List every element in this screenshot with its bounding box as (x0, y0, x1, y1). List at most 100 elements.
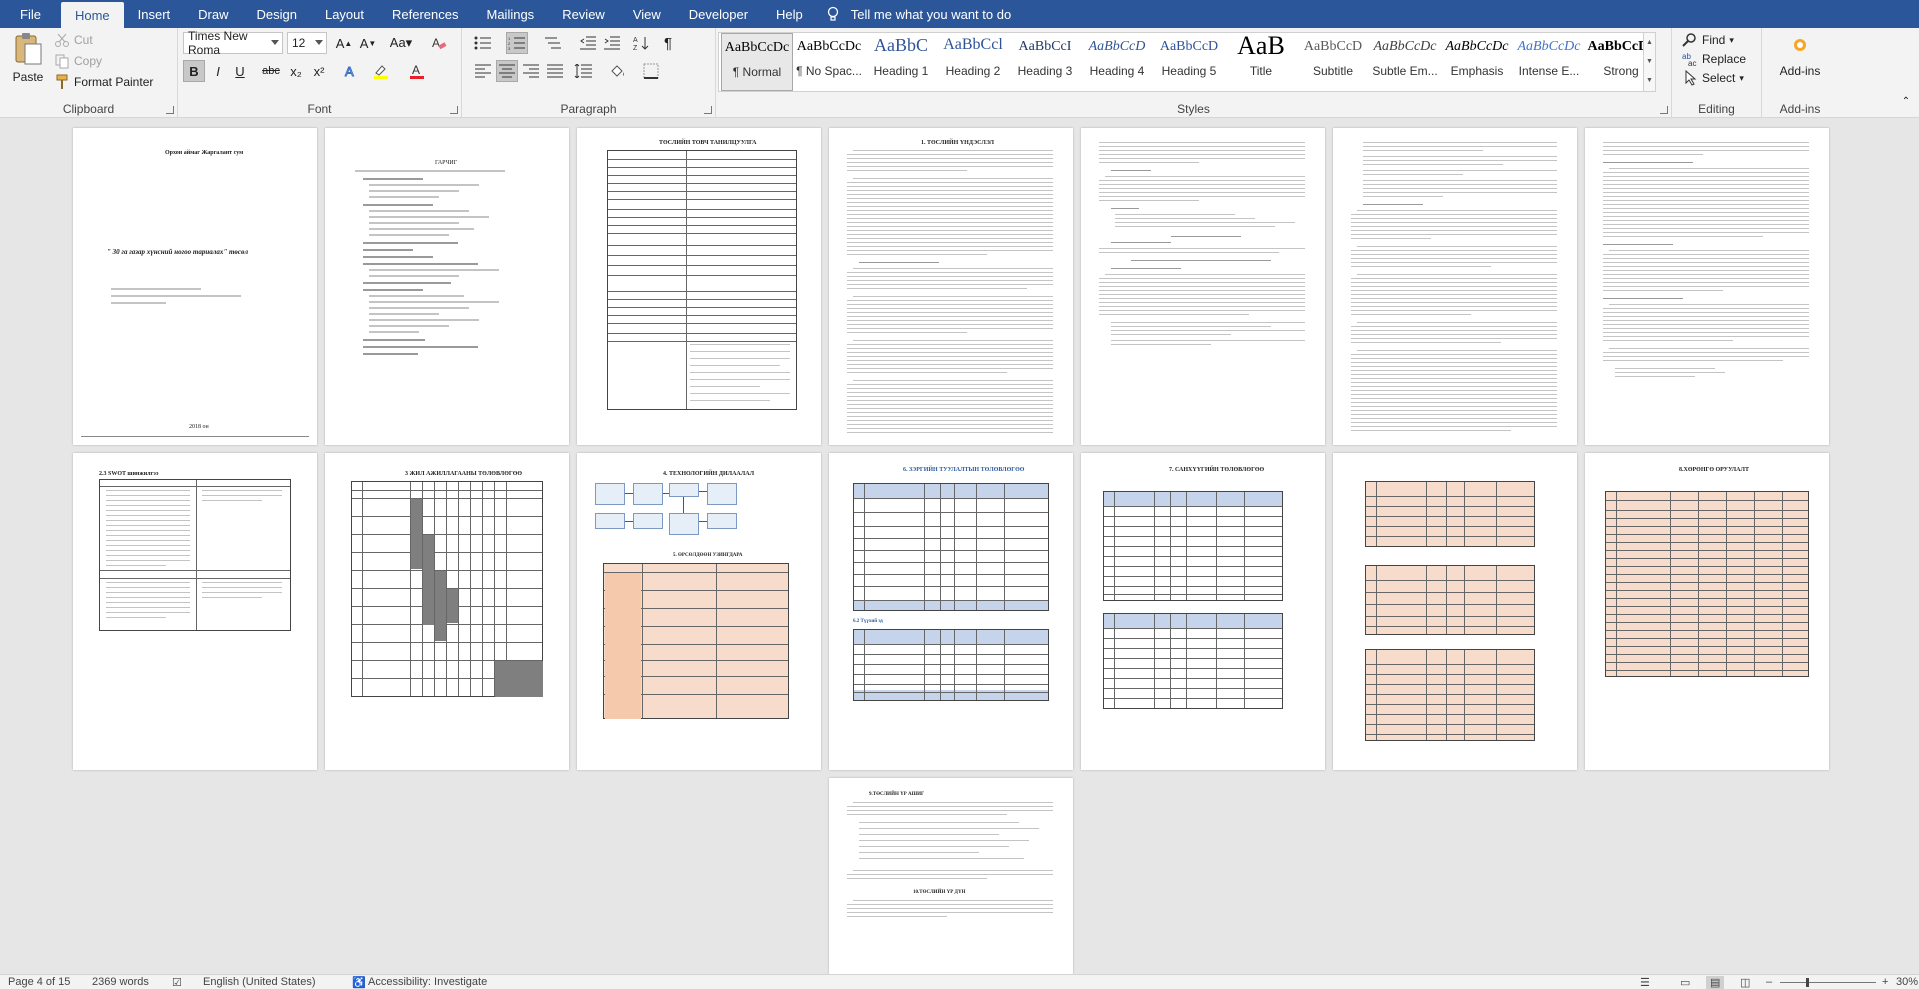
select-button[interactable]: Select ▾ (1682, 70, 1744, 86)
tab-home[interactable]: Home (60, 2, 124, 28)
align-right-icon[interactable] (520, 60, 542, 82)
page-4[interactable]: 1. ТӨСЛИЙН ҮНДЭСЛЭЛ (829, 128, 1073, 445)
style-title[interactable]: AaB Title (1225, 31, 1297, 91)
language-indicator[interactable]: English (United States) (203, 976, 316, 988)
tab-design[interactable]: Design (243, 0, 311, 28)
subscript-button[interactable]: x₂ (285, 60, 307, 82)
increase-indent-icon[interactable] (601, 32, 623, 54)
page-6[interactable] (1333, 128, 1577, 445)
proofing-icon[interactable]: ☑ (172, 976, 182, 989)
strikethrough-button[interactable]: abc (258, 60, 284, 82)
page-15[interactable]: 9.ТӨСЛИЙН ҮР АШИГ 10.ТӨСЛИЙН ҮР ДҮН (829, 778, 1073, 974)
print-layout-icon[interactable]: ▤ (1706, 976, 1725, 989)
zoom-in-icon[interactable]: + (1882, 976, 1888, 988)
style-subtle-emphasis[interactable]: AaBbCcDc Subtle Em... (1369, 33, 1441, 91)
tab-layout[interactable]: Layout (311, 0, 378, 28)
multilevel-list-icon[interactable] (542, 32, 564, 54)
page-7[interactable] (1585, 128, 1829, 445)
tab-mailings[interactable]: Mailings (473, 0, 549, 28)
font-size-box[interactable]: 12 (287, 32, 327, 54)
page-1[interactable]: Орхон аймаг Жаргалант сум " 30 га газар … (73, 128, 317, 445)
paste-button[interactable]: Paste (8, 32, 48, 98)
paragraph-launcher-icon[interactable] (704, 106, 712, 114)
underline-button[interactable]: U (229, 60, 251, 82)
more-styles-icon[interactable]: ▼ (1644, 71, 1655, 90)
page-10[interactable]: 4. ТЕХНОЛОГИЙН ДИЛААЛАЛ 5. ӨРСӨЛДӨӨН УЗИ… (577, 453, 821, 770)
replace-button[interactable]: ab ac Replace (1682, 51, 1746, 67)
web-layout-icon[interactable]: ◫ (1740, 976, 1750, 989)
tell-me-search[interactable]: Tell me what you want to do (825, 0, 1011, 28)
text-effects-icon[interactable]: A (340, 60, 362, 82)
highlight-color-icon[interactable] (370, 60, 392, 82)
page-12[interactable]: 7. САНХҮҮГИЙН ТӨЛӨВЛӨГӨӨ (1081, 453, 1325, 770)
zoom-slider[interactable] (1780, 982, 1876, 983)
numbering-icon[interactable]: 123 (506, 32, 528, 54)
collapse-ribbon-icon[interactable]: ⌃ (1895, 90, 1917, 112)
clipboard-launcher-icon[interactable] (166, 106, 174, 114)
tab-file[interactable]: File (0, 0, 61, 28)
page-2[interactable]: ГАРЧИГ (325, 128, 569, 445)
clear-formatting-icon[interactable]: A (428, 32, 450, 54)
style-heading-5[interactable]: AaBbCcD Heading 5 (1153, 33, 1225, 91)
style-no-spacing[interactable]: AaBbCcDc ¶ No Spac... (793, 33, 865, 91)
shrink-font-button[interactable]: A ▼ (357, 32, 379, 54)
zoom-out-icon[interactable]: – (1766, 976, 1772, 988)
bullets-icon[interactable] (472, 32, 494, 54)
page-14[interactable]: 8.ХӨРӨНГӨ ОРУУЛАЛТ (1585, 453, 1829, 770)
read-mode-icon[interactable]: ▭ (1680, 976, 1690, 989)
tab-help[interactable]: Help (762, 0, 817, 28)
page-5[interactable] (1081, 128, 1325, 445)
page-9[interactable]: 3 ЖИЛ АЖИЛЛАГААНЫ ТӨЛӨВЛӨГӨӨ (325, 453, 569, 770)
align-center-icon[interactable] (496, 60, 518, 82)
font-launcher-icon[interactable] (450, 106, 458, 114)
format-painter-button[interactable]: Format Painter (54, 74, 153, 90)
justify-icon[interactable] (544, 60, 566, 82)
tab-review[interactable]: Review (548, 0, 619, 28)
focus-icon[interactable]: ☰ (1640, 976, 1650, 989)
page-11[interactable]: 6. ЗЭРГИЙН ТУУЛАЛТЫН ТӨЛӨВЛӨГӨӨ 6.2 Түүх… (829, 453, 1073, 770)
styles-scroll[interactable]: ▲ ▼ ▼ (1643, 33, 1655, 91)
page-3[interactable]: ТӨСЛИЙН ТОВЧ ТАНИЛЦУУЛГА (577, 128, 821, 445)
style-heading-2[interactable]: AaBbCcl Heading 2 (937, 33, 1009, 91)
change-case-button[interactable]: Aa▾ (386, 32, 416, 54)
accessibility-status[interactable]: Accessibility: Investigate (368, 976, 487, 988)
page-13[interactable] (1333, 453, 1577, 770)
page-8[interactable]: 2.3 SWOT шинжилгээ (73, 453, 317, 770)
style-normal[interactable]: AaBbCcDc ¶ Normal (721, 33, 793, 91)
show-formatting-marks-icon[interactable]: ¶ (657, 32, 679, 54)
tab-draw[interactable]: Draw (184, 0, 242, 28)
scroll-up-icon[interactable]: ▲ (1644, 33, 1655, 52)
find-button[interactable]: Find ▾ (1682, 32, 1734, 48)
shading-icon[interactable] (607, 60, 629, 82)
copy-button[interactable]: Copy (54, 53, 102, 69)
styles-launcher-icon[interactable] (1660, 106, 1668, 114)
style-heading-3[interactable]: AaBbCcI Heading 3 (1009, 33, 1081, 91)
zoom-level[interactable]: 30% (1896, 976, 1918, 988)
superscript-button[interactable]: x² (308, 60, 330, 82)
cut-button[interactable]: Cut (54, 32, 93, 48)
page-count[interactable]: Page 4 of 15 (8, 976, 70, 988)
grow-font-button[interactable]: A ▲ (333, 32, 355, 54)
document-canvas[interactable]: Орхон аймаг Жаргалант сум " 30 га газар … (0, 118, 1919, 974)
tab-developer[interactable]: Developer (675, 0, 762, 28)
font-name-box[interactable]: Times New Roma (183, 29, 283, 57)
align-left-icon[interactable] (472, 60, 494, 82)
italic-button[interactable]: I (207, 60, 229, 82)
font-color-icon[interactable]: A (406, 60, 428, 82)
line-spacing-icon[interactable] (572, 60, 594, 82)
addins-button[interactable]: Add-ins (1770, 34, 1830, 78)
zoom-thumb[interactable] (1806, 978, 1809, 987)
tab-view[interactable]: View (619, 0, 675, 28)
bold-button[interactable]: B (183, 60, 205, 82)
sort-icon[interactable]: AZ (630, 32, 652, 54)
tab-insert[interactable]: Insert (124, 0, 185, 28)
borders-icon[interactable] (640, 60, 662, 82)
tab-references[interactable]: References (378, 0, 472, 28)
scroll-down-icon[interactable]: ▼ (1644, 52, 1655, 71)
style-emphasis[interactable]: AaBbCcDc Emphasis (1441, 33, 1513, 91)
style-heading-4[interactable]: AaBbCcD Heading 4 (1081, 33, 1153, 91)
style-heading-1[interactable]: AaBbC Heading 1 (865, 33, 937, 91)
style-intense-emphasis[interactable]: AaBbCcDc Intense E... (1513, 33, 1585, 91)
decrease-indent-icon[interactable] (577, 32, 599, 54)
word-count[interactable]: 2369 words (92, 976, 149, 988)
